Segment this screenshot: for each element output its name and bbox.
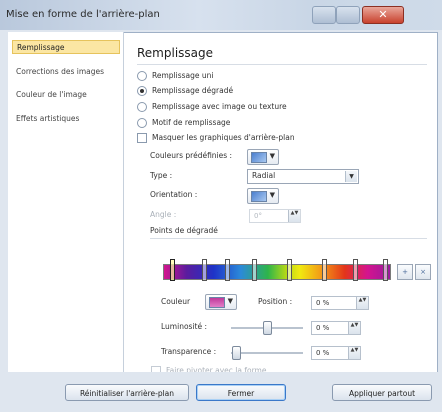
chevron-down-icon: ▼ — [227, 297, 233, 305]
chevron-down-icon: ▼ — [269, 191, 275, 199]
preset-colors-picker[interactable]: ▼ — [247, 149, 279, 165]
title-bar: Mise en forme de l'arrière-plan ✕ — [0, 0, 442, 30]
position-spinner[interactable]: 0 % ▲▼ — [311, 296, 369, 310]
apply-all-button[interactable]: Appliquer partout — [332, 384, 432, 401]
hide-graphics-checkbox[interactable]: Masquer les graphiques d'arrière-plan — [137, 132, 295, 144]
sidebar-item-label: Effets artistiques — [16, 114, 80, 123]
gradient-stop[interactable] — [225, 259, 230, 281]
add-stop-icon: + — [402, 268, 408, 276]
gradient-stop[interactable] — [322, 259, 327, 281]
close-window-button[interactable]: ✕ — [362, 6, 404, 24]
chevron-down-icon: ▼ — [345, 171, 357, 182]
remove-stop-button[interactable]: × — [415, 264, 431, 280]
angle-value: 0° — [254, 212, 262, 220]
close-button[interactable]: Fermer — [196, 384, 286, 401]
transparency-label: Transparence : — [161, 347, 217, 356]
preset-colors-label: Couleurs prédéfinies : — [150, 151, 233, 160]
remove-stop-icon: × — [420, 268, 426, 276]
gradient-stop[interactable] — [287, 259, 292, 281]
brightness-value: 0 % — [316, 324, 330, 332]
radio-solid-fill[interactable]: Remplissage uni — [137, 70, 213, 82]
gradient-stop[interactable] — [383, 259, 388, 281]
orientation-label: Orientation : — [150, 190, 198, 199]
stop-color-picker[interactable]: ▼ — [205, 294, 237, 310]
maximize-button[interactable] — [336, 6, 360, 24]
minimize-button[interactable] — [312, 6, 336, 24]
position-value: 0 % — [316, 299, 330, 307]
radio-pattern-fill[interactable]: Motif de remplissage — [137, 117, 230, 129]
sidebar-item-label: Corrections des images — [16, 67, 105, 76]
reset-background-button[interactable]: Réinitialiser l'arrière-plan — [65, 384, 189, 401]
close-icon: ✕ — [378, 8, 388, 21]
radio-label: Motif de remplissage — [152, 118, 231, 127]
checkbox-label: Masquer les graphiques d'arrière-plan — [152, 133, 295, 142]
dialog-footer: Réinitialiser l'arrière-plan Fermer Appl… — [0, 372, 442, 412]
color-label: Couleur — [161, 297, 191, 306]
checkbox-icon — [137, 133, 147, 143]
angle-spinner[interactable]: 0° ▲▼ — [249, 209, 301, 223]
radio-label: Remplissage avec image ou texture — [152, 102, 287, 111]
type-value: Radial — [252, 171, 276, 180]
transparency-slider[interactable] — [231, 352, 303, 354]
gradient-stop[interactable] — [353, 259, 358, 281]
sidebar-item-remplissage[interactable]: Remplissage — [12, 40, 120, 54]
type-select[interactable]: Radial ▼ — [247, 169, 359, 184]
gradient-stop[interactable] — [170, 259, 175, 281]
spin-arrows-icon: ▲▼ — [348, 322, 360, 334]
radio-icon — [137, 118, 147, 128]
radio-icon — [137, 71, 147, 81]
fill-panel: Remplissage Remplissage uni Remplissage … — [123, 32, 436, 376]
radio-label: Remplissage uni — [152, 71, 214, 80]
sidebar-item-corrections[interactable]: Corrections des images — [12, 65, 120, 79]
spin-arrows-icon: ▲▼ — [348, 347, 360, 359]
brightness-spinner[interactable]: 0 % ▲▼ — [311, 321, 361, 335]
transparency-slider-thumb[interactable] — [232, 346, 241, 360]
sidebar-item-label: Couleur de l'image — [16, 90, 87, 99]
gradient-stop[interactable] — [202, 259, 207, 281]
direction-swatch-icon — [251, 191, 267, 202]
radio-gradient-fill[interactable]: Remplissage dégradé — [137, 85, 233, 97]
sidebar: Remplissage Corrections des images Coule… — [8, 32, 124, 372]
radio-selected-icon — [137, 86, 147, 96]
gradient-stop[interactable] — [252, 259, 257, 281]
position-label: Position : — [258, 297, 293, 306]
radio-label: Remplissage dégradé — [152, 86, 234, 95]
transparency-value: 0 % — [316, 349, 330, 357]
gradient-stops-label: Points de dégradé — [150, 226, 218, 235]
add-stop-button[interactable]: + — [397, 264, 413, 280]
brightness-slider-thumb[interactable] — [263, 321, 272, 335]
button-label: Réinitialiser l'arrière-plan — [79, 389, 175, 398]
angle-label: Angle : — [150, 210, 177, 219]
paint-bucket-icon — [209, 297, 225, 308]
sidebar-item-couleur[interactable]: Couleur de l'image — [12, 88, 120, 102]
sidebar-item-effets[interactable]: Effets artistiques — [12, 112, 120, 126]
spin-arrows-icon: ▲▼ — [288, 210, 300, 222]
chevron-down-icon: ▼ — [269, 152, 275, 160]
type-label: Type : — [150, 171, 173, 180]
brightness-label: Luminosité : — [161, 322, 207, 331]
heading-divider — [137, 64, 427, 65]
window-title: Mise en forme de l'arrière-plan — [6, 9, 160, 20]
radio-picture-fill[interactable]: Remplissage avec image ou texture — [137, 101, 287, 113]
gradient-swatch-icon — [251, 152, 267, 163]
spin-arrows-icon: ▲▼ — [356, 297, 368, 309]
transparency-spinner[interactable]: 0 % ▲▼ — [311, 346, 361, 360]
orientation-picker[interactable]: ▼ — [247, 188, 279, 204]
section-divider — [150, 238, 427, 239]
radio-icon — [137, 102, 147, 112]
button-label: Appliquer partout — [348, 389, 416, 398]
page-title: Remplissage — [137, 46, 214, 60]
button-label: Fermer — [227, 389, 255, 398]
sidebar-item-label: Remplissage — [17, 43, 65, 52]
